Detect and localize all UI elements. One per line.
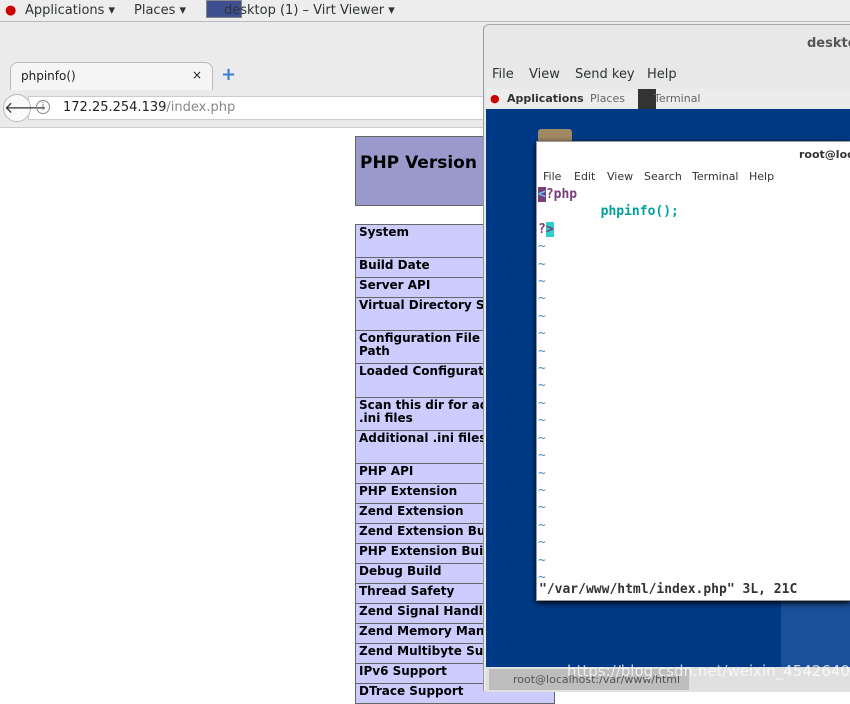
guest-places-menu[interactable]: Places: [590, 92, 625, 105]
guest-applications-menu[interactable]: Applications: [507, 92, 584, 105]
guest-desktop: ● Applications Places Terminal root@loc …: [486, 89, 850, 692]
vim-status-line: "/var/www/html/index.php" 3L, 21C: [539, 582, 798, 597]
menu-view[interactable]: View: [529, 67, 560, 82]
term-menu-help[interactable]: Help: [749, 170, 774, 183]
code-line-3: ?>: [538, 221, 554, 237]
vim-empty-line: ~: [538, 413, 546, 429]
places-menu[interactable]: Places ▾: [134, 3, 186, 18]
back-button[interactable]: 🡐: [3, 94, 47, 122]
vim-empty-line: ~: [538, 274, 546, 290]
vim-empty-line: ~: [538, 378, 546, 394]
term-menu-view[interactable]: View: [607, 170, 633, 183]
vim-empty-line: ~: [538, 552, 546, 568]
vim-empty-line: ~: [538, 500, 546, 516]
vim-empty-line: ~: [538, 448, 546, 464]
tab-phpinfo[interactable]: phpinfo() ×: [10, 62, 213, 90]
term-menu-terminal[interactable]: Terminal: [692, 170, 739, 183]
url-path: /index.php: [166, 100, 236, 115]
vim-empty-line: ~: [538, 482, 546, 498]
vim-empty-line: ~: [538, 343, 546, 359]
vim-empty-line: ~: [538, 256, 546, 272]
viewer-title: deskto: [807, 36, 850, 51]
vim-empty-line: ~: [538, 517, 546, 533]
vim-empty-line: ~: [538, 430, 546, 446]
code-line-2: phpinfo();: [538, 204, 679, 220]
vim-empty-line: ~: [538, 326, 546, 342]
menu-help[interactable]: Help: [647, 67, 677, 82]
guest-top-bar: ● Applications Places Terminal: [486, 89, 850, 109]
term-menu-edit[interactable]: Edit: [574, 170, 595, 183]
window-menu[interactable]: desktop (1) – Virt Viewer ▾: [224, 3, 395, 18]
watermark: https://blog.csdn.net/weixin_45426401: [567, 662, 850, 680]
terminal-window[interactable]: root@loc File Edit View Search Terminal …: [536, 141, 850, 601]
applications-menu[interactable]: Applications ▾: [25, 3, 115, 18]
guest-terminal-app[interactable]: Terminal: [654, 92, 701, 105]
vim-empty-line: ~: [538, 361, 546, 377]
code-line-1: <?php: [538, 187, 578, 202]
terminal-title: root@loc: [799, 148, 850, 161]
vim-empty-line: ~: [538, 239, 546, 255]
vim-empty-line: ~: [538, 465, 546, 481]
menu-file[interactable]: File: [492, 67, 514, 82]
info-icon[interactable]: i: [36, 100, 50, 114]
vim-buffer[interactable]: <?php phpinfo(); ?> ~ ~ ~ ~ ~ ~ ~ ~ ~ ~ ~ ~ ~ ~ ~ ~ ~ ~ ~ ~: [538, 186, 679, 586]
term-menu-search[interactable]: Search: [644, 170, 682, 183]
virt-viewer-window: deskto File View Send key Help ● Applica…: [483, 24, 850, 692]
vim-empty-line: ~: [538, 291, 546, 307]
vim-empty-line: ~: [538, 308, 546, 324]
new-tab-button[interactable]: +: [221, 64, 236, 85]
url-bar[interactable]: 172.25.254.139/index.php: [28, 96, 488, 120]
url-host: 172.25.254.139: [63, 100, 167, 115]
close-tab-icon[interactable]: ×: [192, 68, 202, 82]
vim-empty-line: ~: [538, 395, 546, 411]
tab-title: phpinfo(): [21, 69, 76, 83]
vim-empty-line: ~: [538, 535, 546, 551]
menu-send-key[interactable]: Send key: [575, 67, 635, 82]
term-menu-file[interactable]: File: [543, 170, 561, 183]
redhat-icon: ●: [490, 92, 500, 105]
gnome-top-bar: ● Applications ▾ Places ▾ desktop (1) – …: [0, 0, 850, 22]
redhat-icon: ●: [5, 3, 17, 18]
